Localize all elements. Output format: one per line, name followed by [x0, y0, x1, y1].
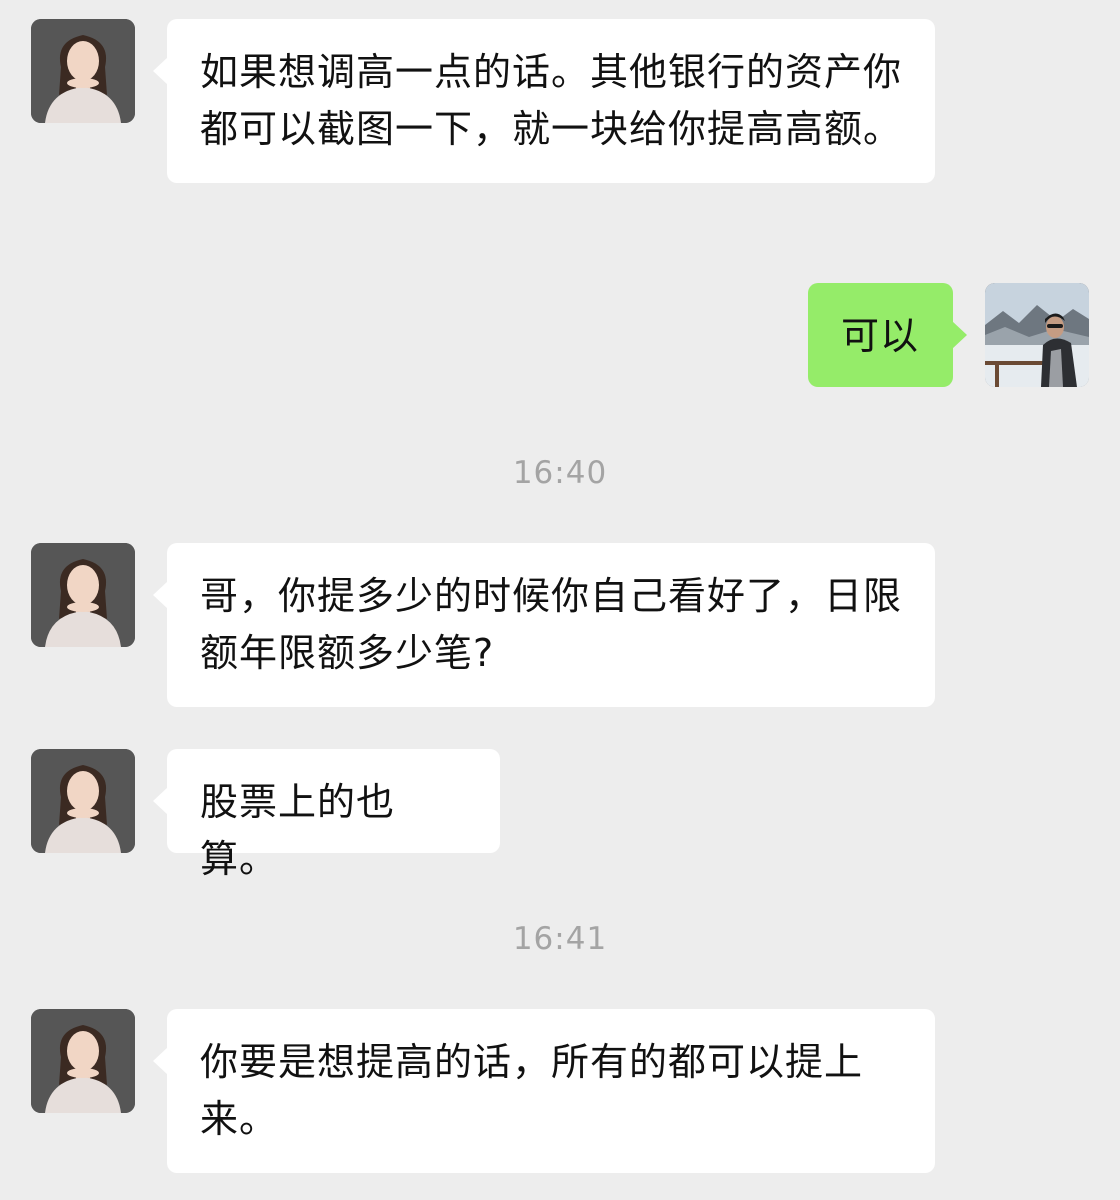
contact-avatar[interactable] — [31, 1009, 135, 1113]
message-text: 股票上的也算。 — [200, 780, 396, 881]
message-text: 可以 — [841, 314, 920, 358]
message-bubble-outgoing[interactable]: 可以 — [808, 283, 967, 387]
user-avatar[interactable] — [985, 283, 1089, 387]
timestamp: 16:40 — [512, 455, 608, 491]
message-text: 哥，你提多少的时候你自己看好了，日限额年限额多少笔? — [200, 574, 903, 675]
man-outdoor-photo-icon — [985, 283, 1089, 387]
message-bubble-incoming[interactable]: 你要是想提高的话，所有的都可以提上来。 — [153, 1009, 935, 1173]
timestamp: 16:41 — [512, 921, 608, 957]
message-bubble-incoming[interactable]: 如果想调高一点的话。其他银行的资产你都可以截图一下，就一块给你提高高额。 — [153, 19, 935, 183]
woman-portrait-icon — [31, 543, 135, 647]
woman-portrait-icon — [31, 749, 135, 853]
woman-portrait-icon — [31, 19, 135, 123]
contact-avatar[interactable] — [31, 543, 135, 647]
contact-avatar[interactable] — [31, 19, 135, 123]
message-bubble-incoming[interactable]: 哥，你提多少的时候你自己看好了，日限额年限额多少笔? — [153, 543, 935, 707]
message-bubble-incoming[interactable]: 股票上的也算。 — [153, 749, 500, 881]
message-text: 如果想调高一点的话。其他银行的资产你都可以截图一下，就一块给你提高高额。 — [200, 50, 903, 151]
woman-portrait-icon — [31, 1009, 135, 1113]
contact-avatar[interactable] — [31, 749, 135, 853]
message-text: 你要是想提高的话，所有的都可以提上来。 — [200, 1040, 864, 1141]
